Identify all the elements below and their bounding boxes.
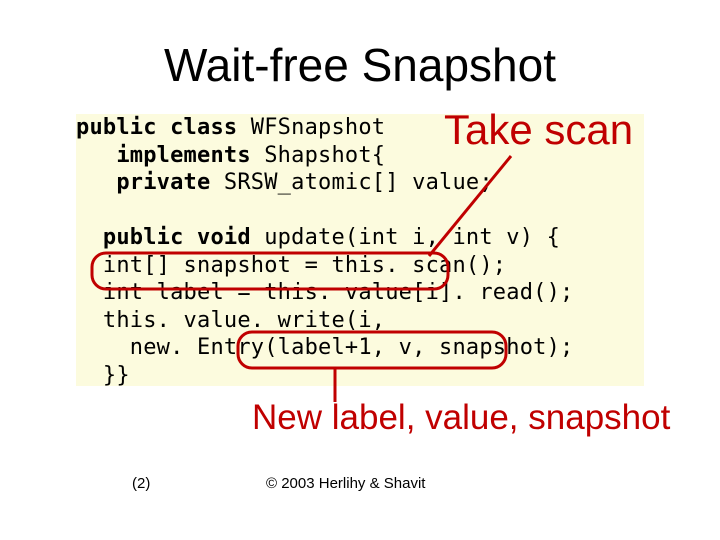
footer-slide-number: (2) [132,475,150,492]
code-text: new. Entry(label+1, v, snapshot); [76,335,573,360]
code-text: WFSnapshot [251,115,385,140]
code-kw: private [76,170,224,195]
code-kw: implements [76,143,264,168]
code-text: SRSW_atomic[] value; [224,170,493,195]
code-kw: public void [76,225,264,250]
slide-title: Wait-free Snapshot [0,38,720,92]
slide: Wait-free Snapshot public class WFSnapsh… [0,0,720,540]
code-text: int label = this. value[i]. read(); [76,280,573,305]
code-text: update(int i, int v) { [264,225,560,250]
code-text: Shapshot{ [264,143,385,168]
code-text: this. value. write(i, [76,308,385,333]
code-kw: public class [76,115,251,140]
code-text: int[] snapshot = this. scan(); [76,253,506,278]
code-text: }} [76,363,130,388]
footer-copyright: © 2003 Herlihy & Shavit [266,475,425,492]
callout-new-label: New label, value, snapshot [252,398,670,438]
code-block: public class WFSnapshot implements Shaps… [76,114,644,386]
callout-take-scan: Take scan [444,106,633,154]
